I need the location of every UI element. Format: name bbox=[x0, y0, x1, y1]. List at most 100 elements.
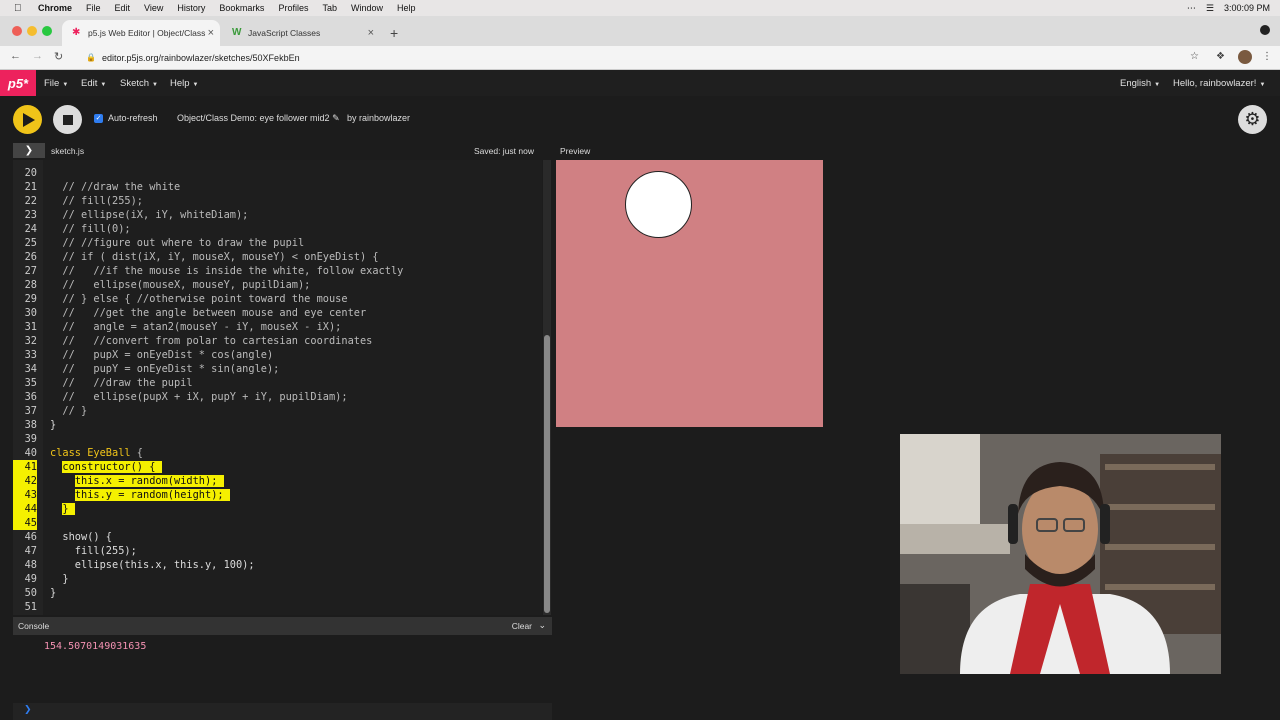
profile-avatar[interactable] bbox=[1238, 50, 1252, 64]
bookmark-star-icon[interactable]: ☆ bbox=[1190, 51, 1199, 62]
console-prompt-icon: ❯ bbox=[24, 704, 32, 714]
code-line[interactable]: 29 // } else { //otherwise point toward … bbox=[13, 292, 542, 306]
code-line[interactable]: 30 // //get the angle between mouse and … bbox=[13, 306, 542, 320]
code-line[interactable]: 23 // ellipse(iX, iY, whiteDiam); bbox=[13, 208, 542, 222]
close-window-icon[interactable] bbox=[12, 26, 22, 36]
close-tab-icon[interactable]: × bbox=[368, 27, 374, 39]
p5-nav-bar: p5* File ▼ Edit ▼ Sketch ▼ Help ▼ English ▼ H… bbox=[0, 70, 1280, 96]
code-line[interactable]: 24 // fill(0); bbox=[13, 222, 542, 236]
user-greeting: Hello, rainbowlazer! bbox=[1173, 78, 1257, 89]
code-line[interactable]: 51 bbox=[13, 600, 542, 614]
apple-icon[interactable]:  bbox=[14, 3, 26, 14]
code-line[interactable]: 48 ellipse(this.x, this.y, 100); bbox=[13, 558, 542, 572]
console-clear-button[interactable]: Clear bbox=[512, 621, 532, 631]
user-menu[interactable]: Hello, rainbowlazer! ▼ bbox=[1173, 78, 1265, 89]
menu-profiles[interactable]: Profiles bbox=[278, 3, 308, 13]
sidebar-toggle-button[interactable]: ❯ bbox=[13, 143, 45, 158]
code-line[interactable]: 25 // //figure out where to draw the pup… bbox=[13, 236, 542, 250]
menu-file[interactable]: File bbox=[86, 3, 101, 13]
code-line[interactable]: 33 // pupX = onEyeDist * cos(angle) bbox=[13, 348, 542, 362]
sketch-canvas[interactable] bbox=[556, 160, 823, 427]
stop-button[interactable] bbox=[53, 105, 82, 134]
menu-view[interactable]: View bbox=[144, 3, 163, 13]
code-line[interactable]: 28 // ellipse(mouseX, mouseY, pupilDiam)… bbox=[13, 278, 542, 292]
tab-p5-editor[interactable]: ✱ p5.js Web Editor | Object/Class × bbox=[62, 20, 220, 46]
code-line[interactable]: 21 // //draw the white bbox=[13, 180, 542, 194]
code-line[interactable]: 39 bbox=[13, 432, 542, 446]
close-tab-icon[interactable]: × bbox=[208, 27, 214, 39]
code-line[interactable]: 47 fill(255); bbox=[13, 544, 542, 558]
code-line[interactable]: 31 // angle = atan2(mouseY - iY, mouseX … bbox=[13, 320, 542, 334]
code-line[interactable]: 49 } bbox=[13, 572, 542, 586]
line-number: 32 bbox=[24, 335, 37, 347]
code-editor[interactable]: 20 21 // //draw the white 22 // fill(255);… bbox=[13, 160, 542, 615]
project-byline[interactable]: by rainbowlazer bbox=[347, 113, 410, 123]
menu-history[interactable]: History bbox=[177, 3, 205, 13]
menu-edit[interactable]: Edit bbox=[115, 3, 131, 13]
menu-help[interactable]: Help bbox=[397, 3, 416, 13]
reload-icon[interactable]: ↻ bbox=[54, 50, 63, 63]
menu-tab[interactable]: Tab bbox=[322, 3, 337, 13]
code-line[interactable]: 44 } bbox=[13, 502, 542, 516]
extensions-icon[interactable]: ❖ bbox=[1216, 51, 1225, 62]
code-line[interactable]: 22 // fill(255); bbox=[13, 194, 542, 208]
preview-label: Preview bbox=[560, 146, 591, 156]
editor-scrollbar[interactable] bbox=[543, 160, 551, 615]
code-line[interactable]: 41 constructor() { bbox=[13, 460, 542, 474]
project-name[interactable]: Object/Class Demo: eye follower mid2 ✎ bbox=[177, 113, 340, 124]
chrome-menu-icon[interactable]: ⋮ bbox=[1262, 51, 1272, 62]
line-number: 39 bbox=[24, 433, 37, 445]
nav-help-menu[interactable]: Help ▼ bbox=[170, 78, 199, 89]
code-line[interactable]: 45 bbox=[13, 516, 542, 530]
code-line[interactable]: 43 this.y = random(height); bbox=[13, 488, 542, 502]
nav-edit-menu[interactable]: Edit ▼ bbox=[81, 78, 106, 89]
menu-bookmarks[interactable]: Bookmarks bbox=[219, 3, 264, 13]
code-line[interactable]: 34 // pupY = onEyeDist * sin(angle); bbox=[13, 362, 542, 376]
code-line[interactable]: 50} bbox=[13, 586, 542, 600]
new-tab-icon[interactable]: + bbox=[390, 25, 398, 41]
code-line[interactable]: 37 // } bbox=[13, 404, 542, 418]
back-icon[interactable]: ← bbox=[10, 50, 21, 62]
line-number: 47 bbox=[24, 545, 37, 557]
address-bar[interactable]: 🔒 editor.p5js.org/rainbowlazer/sketches/… bbox=[82, 49, 1202, 66]
chevron-down-icon: ▼ bbox=[1259, 82, 1266, 88]
forward-icon[interactable]: → bbox=[32, 50, 43, 62]
code-line[interactable]: 35 // //draw the pupil bbox=[13, 376, 542, 390]
code-line[interactable]: 40 class EyeBall { bbox=[13, 446, 542, 460]
nav-file-menu[interactable]: File ▼ bbox=[44, 78, 68, 89]
code-line[interactable]: 32 // //convert from polar to cartesian … bbox=[13, 334, 542, 348]
clock[interactable]: 3:00:09 PM bbox=[1224, 3, 1270, 13]
console-input[interactable] bbox=[13, 703, 552, 720]
tab-title: JavaScript Classes bbox=[248, 28, 321, 38]
auto-refresh-checkbox[interactable]: ✓ bbox=[94, 114, 103, 123]
maximize-window-icon[interactable] bbox=[42, 26, 52, 36]
tab-search-icon[interactable] bbox=[1260, 25, 1270, 35]
line-number: 37 bbox=[24, 405, 37, 417]
code-line[interactable]: 20 bbox=[13, 166, 542, 180]
wifi-icon[interactable]: ☰ bbox=[1206, 3, 1214, 14]
play-button[interactable] bbox=[13, 105, 42, 134]
code-line[interactable]: 36 // ellipse(pupX + iX, pupY + iY, pupi… bbox=[13, 390, 542, 404]
code-line[interactable]: 26 // if ( dist(iX, iY, mouseX, mouseY) … bbox=[13, 250, 542, 264]
language-menu[interactable]: English ▼ bbox=[1120, 78, 1160, 89]
menu-app-name[interactable]: Chrome bbox=[38, 3, 72, 13]
code-line[interactable]: 42 this.x = random(width); bbox=[13, 474, 542, 488]
menu-window[interactable]: Window bbox=[351, 3, 383, 13]
minimize-window-icon[interactable] bbox=[27, 26, 37, 36]
scrollbar-thumb[interactable] bbox=[544, 335, 550, 613]
code-line[interactable]: 46 show() { bbox=[13, 530, 542, 544]
code-line[interactable]: 38} bbox=[13, 418, 542, 432]
chevron-down-icon[interactable]: ⌄ bbox=[538, 620, 546, 631]
auto-refresh-label[interactable]: Auto-refresh bbox=[108, 113, 158, 123]
settings-button[interactable]: ⚙ bbox=[1238, 105, 1267, 134]
tab-javascript-classes[interactable]: W JavaScript Classes × bbox=[222, 20, 380, 46]
code-text: } bbox=[50, 419, 57, 431]
nav-sketch-menu[interactable]: Sketch ▼ bbox=[120, 78, 158, 89]
pencil-icon[interactable]: ✎ bbox=[332, 113, 340, 123]
url-text[interactable]: editor.p5js.org/rainbowlazer/sketches/50… bbox=[102, 53, 300, 63]
code-text: fill(255); bbox=[50, 545, 137, 557]
code-line[interactable]: 27 // //if the mouse is inside the white… bbox=[13, 264, 542, 278]
more-icon[interactable]: ⋯ bbox=[1187, 3, 1196, 14]
lock-icon[interactable]: 🔒 bbox=[86, 53, 96, 62]
p5-logo[interactable]: p5* bbox=[0, 70, 36, 96]
